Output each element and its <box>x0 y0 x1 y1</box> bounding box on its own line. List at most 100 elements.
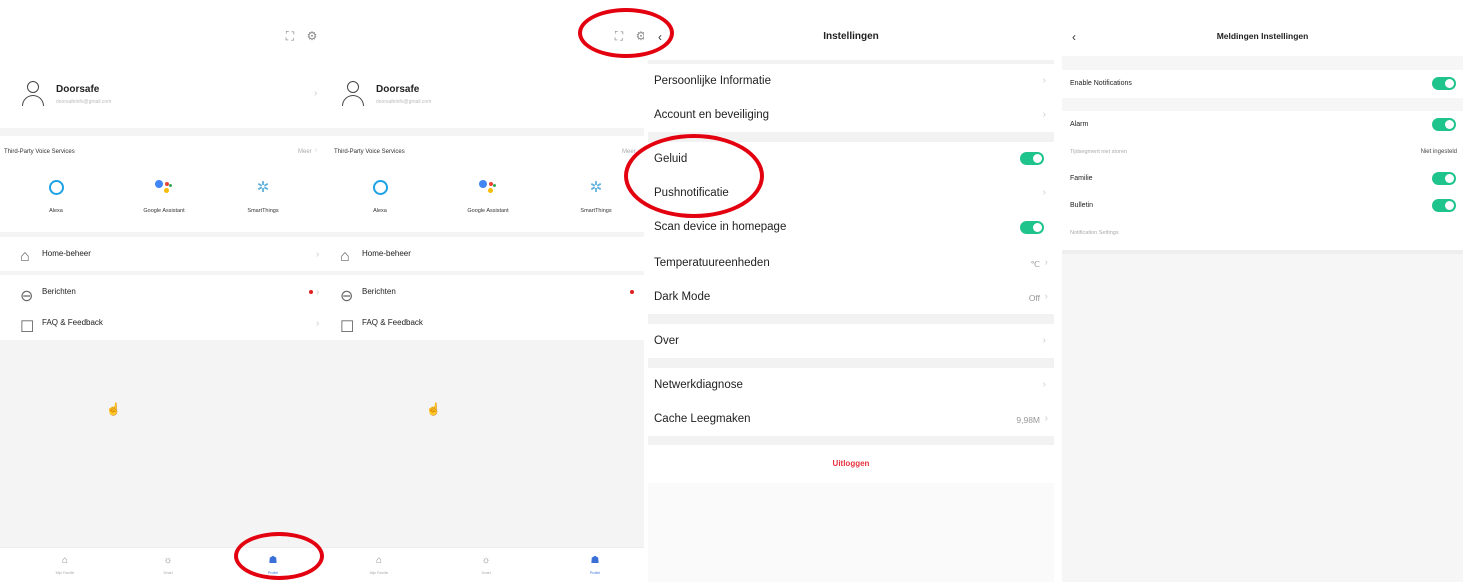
tab-smart[interactable]: ☼ Smart <box>143 555 193 575</box>
enable-notifications-toggle[interactable] <box>1432 77 1456 90</box>
user-name: Doorsafe <box>56 84 100 95</box>
menu-berichten[interactable]: ⊖ Berichten <box>324 275 644 309</box>
tab-label: Smart <box>481 571 491 575</box>
settings-row-scan-device[interactable]: Scan device in homepage <box>648 210 1054 244</box>
settings-row-label: Account en beveiliging <box>654 109 770 121</box>
tab-label: Profiel <box>268 571 278 575</box>
google-assistant-icon <box>155 180 173 194</box>
settings-row-over[interactable]: Over › <box>648 324 1054 358</box>
voice-services-more-link[interactable]: Meer <box>622 149 636 155</box>
familie-toggle[interactable] <box>1432 172 1456 185</box>
notif-row-dnd[interactable]: Tijdsegment niet storen Niet ingesteld <box>1062 139 1463 167</box>
notifications-header: ‹ Meldingen Instellingen <box>1062 0 1463 56</box>
notif-row-alarm[interactable]: Alarm <box>1062 111 1463 139</box>
notif-row-label: Alarm <box>1070 121 1089 128</box>
menu-label: Berichten <box>42 287 76 296</box>
profile-screen-2: ⛶ ⚙ Doorsafe doorsafeinfo@gmail.com Thir… <box>324 0 644 582</box>
voice-services-more-link[interactable]: Meer <box>298 149 312 155</box>
unread-badge <box>309 290 313 294</box>
service-label: Google Assistant <box>143 208 185 214</box>
temperature-unit-value: ℃ <box>1030 259 1040 269</box>
menu-faq-feedback[interactable]: ☐ FAQ & Feedback <box>324 306 644 340</box>
settings-row-persoonlijke-informatie[interactable]: Persoonlijke Informatie › <box>648 64 1054 98</box>
settings-row-cache-leegmaken[interactable]: Cache Leegmaken 9,98M › <box>648 402 1054 436</box>
profile-card[interactable]: Doorsafe doorsafeinfo@gmail.com <box>324 62 644 128</box>
unread-badge <box>630 290 634 294</box>
menu-label: Home-beheer <box>42 249 91 258</box>
service-label: SmartThings <box>580 208 612 214</box>
tab-profiel[interactable]: ☗ Profiel <box>570 555 620 575</box>
service-alexa[interactable]: Alexa <box>16 176 96 214</box>
smart-tab-icon: ☼ <box>481 555 491 566</box>
scan-device-toggle[interactable] <box>1020 221 1044 234</box>
notif-row-familie[interactable]: Familie <box>1062 165 1463 193</box>
gear-icon[interactable]: ⚙ <box>306 30 318 42</box>
settings-row-geluid[interactable]: Geluid <box>648 142 1054 176</box>
notif-row-bulletin[interactable]: Bulletin <box>1062 192 1463 220</box>
voice-services-title: Third-Party Voice Services <box>4 149 75 155</box>
profile-screen-1: ⛶ ⚙ Doorsafe doorsafeinfo@gmail.com › Th… <box>0 0 324 582</box>
scan-icon[interactable]: ⛶ <box>613 30 625 42</box>
notif-row-label: Enable Notifications <box>1070 80 1132 87</box>
profile-tab-icon: ☗ <box>590 555 600 566</box>
profile-card[interactable]: Doorsafe doorsafeinfo@gmail.com › <box>0 62 324 128</box>
settings-row-label: Netwerkdiagnose <box>654 379 743 391</box>
page-title: Meldingen Instellingen <box>1216 31 1309 41</box>
alexa-icon <box>48 179 64 195</box>
tab-mijn-familie[interactable]: ⌂ Mijn Familie <box>354 555 404 575</box>
settings-row-dark-mode[interactable]: Dark Mode Off › <box>648 280 1054 314</box>
menu-home-beheer[interactable]: ⌂ Home-beheer <box>324 237 644 271</box>
settings-row-account-beveiliging[interactable]: Account en beveiliging › <box>648 98 1054 132</box>
service-alexa[interactable]: Alexa <box>340 176 420 214</box>
notif-row-label: Bulletin <box>1070 202 1093 209</box>
message-icon: ⊖ <box>340 288 354 305</box>
notification-settings-screen: ‹ Meldingen Instellingen Enable Notifica… <box>1062 0 1463 582</box>
notif-row-enable[interactable]: Enable Notifications <box>1062 70 1463 98</box>
profile-tab-icon: ☗ <box>268 555 278 566</box>
service-google-assistant[interactable]: Google Assistant <box>124 176 204 214</box>
faq-icon: ☐ <box>340 319 355 336</box>
chevron-right-icon: › <box>316 318 320 329</box>
chevron-right-icon: › <box>1042 187 1046 198</box>
menu-faq-feedback[interactable]: ☐ FAQ & Feedback › <box>0 306 324 340</box>
notif-row-settings[interactable]: Notification Settings <box>1062 220 1463 250</box>
gear-icon[interactable]: ⚙ <box>635 30 644 42</box>
google-assistant-icon <box>479 180 497 194</box>
avatar-icon <box>342 81 364 107</box>
tab-mijn-familie[interactable]: ⌂ Mijn Familie <box>40 555 90 575</box>
notif-row-label: Notification Settings <box>1070 230 1119 236</box>
chevron-right-icon: › <box>316 287 320 298</box>
chevron-right-icon: › <box>1044 257 1048 268</box>
tab-label: Smart <box>163 571 173 575</box>
settings-row-pushnotificatie[interactable]: Pushnotificatie › <box>648 176 1054 210</box>
voice-services-title: Third-Party Voice Services <box>334 149 405 155</box>
menu-home-beheer[interactable]: ⌂ Home-beheer › <box>0 237 324 271</box>
settings-row-label: Temperatuureenheden <box>654 257 770 269</box>
settings-screen: ‹ Instellingen Persoonlijke Informatie ›… <box>648 0 1054 582</box>
home-icon: ⌂ <box>340 248 350 265</box>
voice-services-section: Third-Party Voice Services Meer › Alexa … <box>0 136 324 232</box>
scan-icon[interactable]: ⛶ <box>284 30 296 42</box>
alexa-icon <box>372 179 388 195</box>
tab-smart[interactable]: ☼ Smart <box>461 555 511 575</box>
logout-label: Uitloggen <box>832 459 870 468</box>
geluid-toggle[interactable] <box>1020 152 1044 165</box>
alarm-toggle[interactable] <box>1432 118 1456 131</box>
tab-profiel[interactable]: ☗ Profiel <box>248 555 298 575</box>
home-tab-icon: ⌂ <box>375 555 383 566</box>
user-email: doorsafeinfo@gmail.com <box>376 99 432 105</box>
service-smartthings[interactable]: ✲ SmartThings <box>223 176 303 214</box>
chevron-right-icon: › <box>1042 75 1046 86</box>
settings-row-temperatuureenheden[interactable]: Temperatuureenheden ℃ › <box>648 246 1054 280</box>
bulletin-toggle[interactable] <box>1432 199 1456 212</box>
menu-berichten[interactable]: ⊖ Berichten › <box>0 275 324 309</box>
home-tab-icon: ⌂ <box>61 555 69 566</box>
logout-button[interactable]: Uitloggen <box>648 445 1054 483</box>
smart-tab-icon: ☼ <box>163 555 173 566</box>
menu-label: FAQ & Feedback <box>42 318 103 327</box>
settings-row-netwerkdiagnose[interactable]: Netwerkdiagnose › <box>648 368 1054 402</box>
service-smartthings[interactable]: ✲ SmartThings <box>556 176 636 214</box>
avatar-icon <box>22 81 44 107</box>
service-google-assistant[interactable]: Google Assistant <box>448 176 528 214</box>
service-label: Alexa <box>49 208 63 214</box>
